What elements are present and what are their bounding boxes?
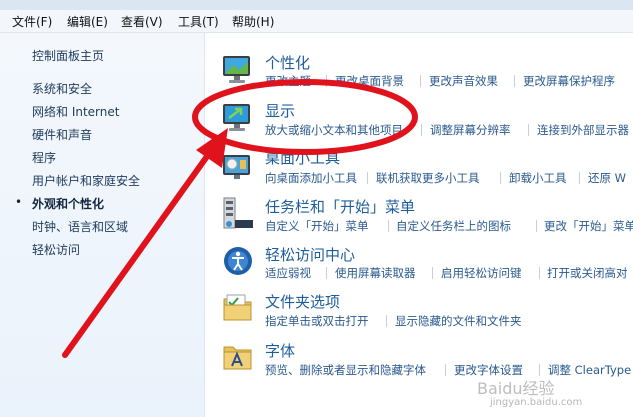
watermark-url: jingyan.baidu.com [490, 397, 583, 408]
link-high-contrast[interactable]: 打开或关闭高对 [547, 265, 628, 281]
menu-view[interactable]: 查看(V) [121, 13, 163, 30]
link-low-vision[interactable]: 适应弱视 [265, 265, 311, 281]
window-top-strip [0, 0, 633, 10]
sidebar-item-network[interactable]: 网络和 Internet [32, 103, 119, 120]
link-change-background[interactable]: 更改桌面背景 [335, 73, 404, 89]
sidebar-item-appearance: 外观和个性化 [32, 197, 105, 211]
sidebar: 控制面板主页 系统和安全 网络和 Internet 硬件和声音 程序 用户帐户和… [0, 33, 205, 417]
link-get-more-gadgets[interactable]: 联机获取更多小工具 [376, 170, 480, 186]
category-title-fonts[interactable]: 字体 [265, 340, 295, 361]
link-show-hidden-files[interactable]: 显示隐藏的文件和文件夹 [395, 313, 522, 329]
sidebar-item-user-accounts[interactable]: 用户帐户和家庭安全 [32, 172, 140, 189]
link-separator [539, 267, 540, 279]
link-screen-saver[interactable]: 更改屏幕保护程序 [523, 73, 615, 89]
link-separator [326, 75, 327, 87]
link-separator [388, 220, 389, 232]
taskbar-icon[interactable] [221, 196, 255, 230]
category-title-folder-options[interactable]: 文件夹选项 [265, 291, 340, 312]
link-separator [386, 315, 387, 327]
link-change-sounds[interactable]: 更改声音效果 [429, 73, 498, 89]
link-separator [500, 172, 501, 184]
monitor-display-icon[interactable] [221, 101, 255, 135]
link-separator [367, 172, 368, 184]
link-separator [326, 267, 327, 279]
current-item-bullet: • [15, 195, 23, 209]
monitor-personalize-icon[interactable] [221, 53, 255, 87]
link-separator [420, 75, 421, 87]
link-preview-fonts[interactable]: 预览、删除或者显示和隐藏字体 [265, 362, 426, 378]
link-separator [579, 172, 580, 184]
sidebar-home-link[interactable]: 控制面板主页 [32, 47, 104, 64]
fonts-icon[interactable] [221, 339, 255, 373]
menu-edit[interactable]: 编辑(E) [67, 13, 108, 30]
main-content: 个性化 更改主题 更改桌面背景 更改声音效果 更改屏幕保护程序 显示 放大或缩小… [205, 33, 633, 417]
link-easy-access-keys[interactable]: 启用轻松访问键 [441, 265, 522, 281]
folder-options-icon[interactable] [221, 291, 255, 325]
link-add-gadgets[interactable]: 向桌面添加小工具 [265, 170, 357, 186]
menu-help[interactable]: 帮助(H) [232, 13, 274, 30]
link-separator [536, 220, 537, 232]
menu-file[interactable]: 文件(F) [12, 13, 52, 30]
link-separator [514, 75, 515, 87]
link-separator [528, 124, 529, 136]
category-title-display[interactable]: 显示 [265, 100, 295, 121]
link-taskbar-icons[interactable]: 自定义任务栏上的图标 [396, 218, 511, 234]
category-title-personalize[interactable]: 个性化 [265, 52, 310, 73]
link-text-size[interactable]: 放大或缩小文本和其他项目 [265, 122, 403, 138]
link-separator [445, 364, 446, 376]
link-change-theme[interactable]: 更改主题 [265, 73, 311, 89]
category-title-gadgets[interactable]: 桌面小工具 [265, 147, 340, 168]
link-screen-reader[interactable]: 使用屏幕读取器 [335, 265, 416, 281]
link-external-display[interactable]: 连接到外部显示器 [537, 122, 629, 138]
menu-bar: 文件(F) 编辑(E) 查看(V) 工具(T) 帮助(H) [0, 10, 633, 33]
gadgets-icon[interactable] [221, 150, 255, 184]
link-separator [421, 124, 422, 136]
link-screen-resolution[interactable]: 调整屏幕分辨率 [430, 122, 511, 138]
link-customize-start-menu[interactable]: 自定义「开始」菜单 [265, 218, 369, 234]
link-single-double-click[interactable]: 指定单击或双击打开 [265, 313, 369, 329]
sidebar-item-programs[interactable]: 程序 [32, 149, 56, 166]
menu-tools[interactable]: 工具(T) [178, 13, 219, 30]
category-title-taskbar[interactable]: 任务栏和「开始」菜单 [265, 196, 415, 217]
link-cleartype[interactable]: 调整 ClearType [548, 362, 631, 378]
sidebar-item-clock-language[interactable]: 时钟、语言和区域 [32, 218, 128, 235]
ease-of-access-icon[interactable] [221, 244, 255, 278]
sidebar-item-system-security[interactable]: 系统和安全 [32, 80, 92, 97]
sidebar-item-hardware-sound[interactable]: 硬件和声音 [32, 126, 92, 143]
sidebar-item-ease-of-access[interactable]: 轻松访问 [32, 241, 80, 258]
link-uninstall-gadget[interactable]: 卸载小工具 [509, 170, 567, 186]
link-separator [432, 267, 433, 279]
link-restore-gadgets[interactable]: 还原 W [588, 170, 626, 186]
link-change-start-menu[interactable]: 更改「开始」菜单 [544, 218, 633, 234]
category-title-ease-of-access[interactable]: 轻松访问中心 [265, 244, 355, 265]
watermark-brand: Baidu经验 [477, 379, 555, 398]
